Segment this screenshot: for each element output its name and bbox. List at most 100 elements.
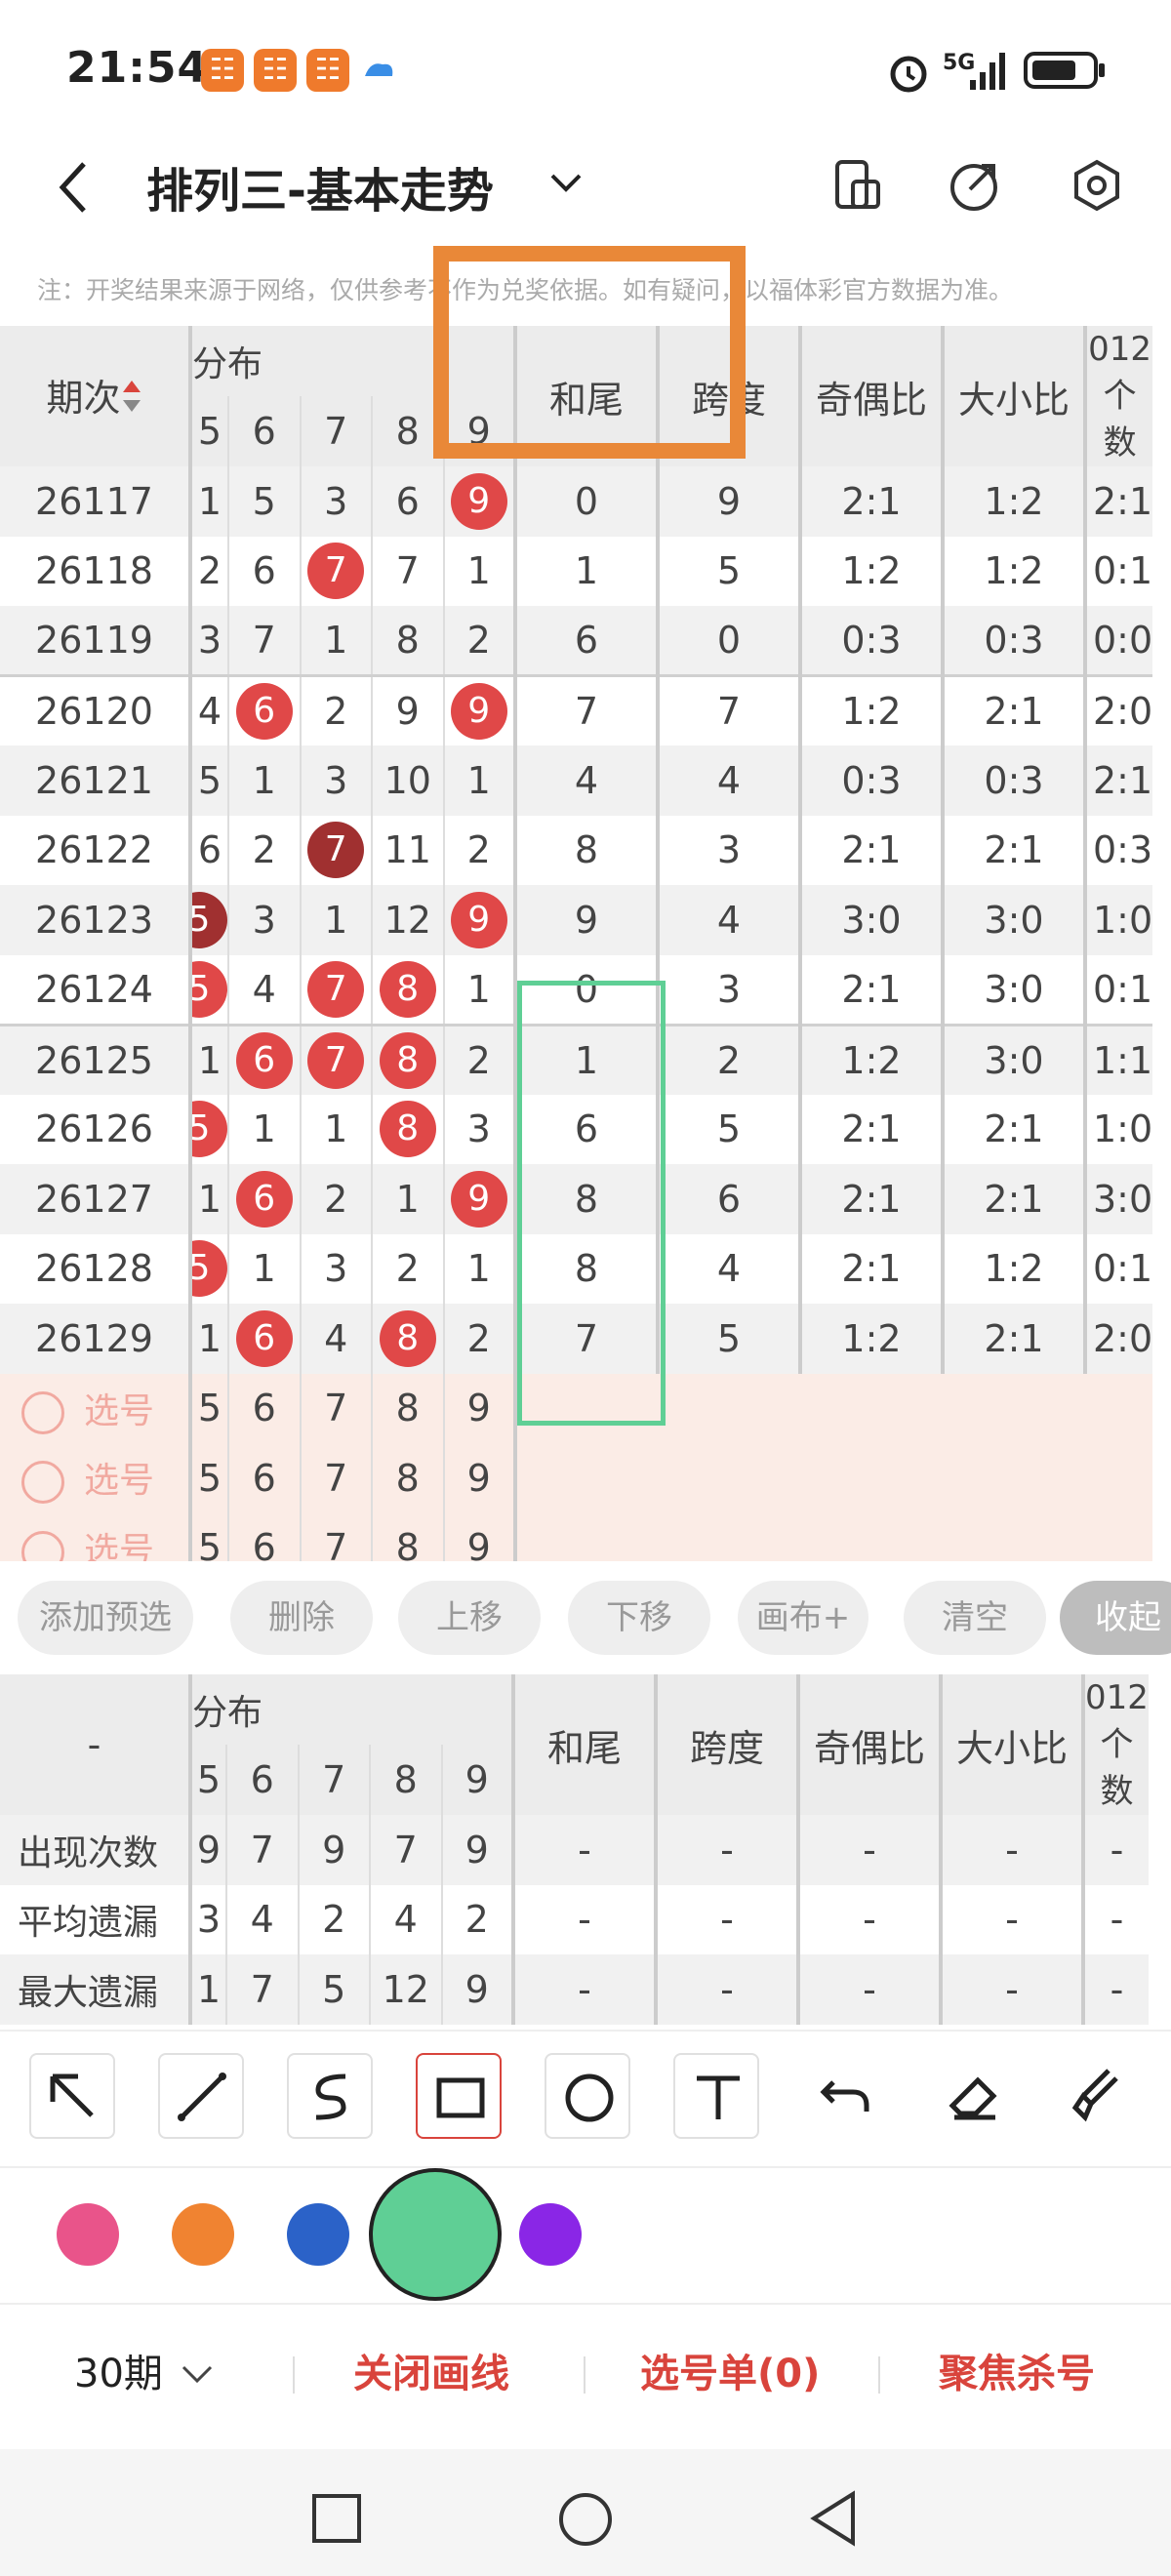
header-sum-tail[interactable]: 和尾 <box>511 1674 656 1815</box>
device-icon[interactable] <box>829 156 888 215</box>
digit-cell: 7 <box>299 954 372 1025</box>
settings-icon[interactable] <box>1068 156 1126 215</box>
odd-even-cell: 2:1 <box>798 1164 943 1234</box>
table-row[interactable]: 26121 5 1 3 10 1 4 4 0:3 0:3 2:1 <box>0 745 1153 816</box>
header-span[interactable]: 跨度 <box>654 1674 798 1815</box>
share-icon[interactable] <box>945 156 1003 215</box>
pick-digit[interactable]: 7 <box>299 1443 372 1513</box>
home-icon[interactable] <box>556 2490 615 2549</box>
pick-digit[interactable]: 9 <box>442 1443 515 1513</box>
tool-undo[interactable] <box>802 2053 888 2139</box>
header-big-small[interactable]: 大小比 <box>939 1674 1083 1815</box>
color-swatch-2[interactable] <box>287 2203 349 2266</box>
table-row[interactable]: 26117 1 5 3 6 9 0 9 2:1 1:2 2:1 <box>0 466 1153 537</box>
header-012[interactable]: 012个数 <box>1082 326 1153 466</box>
recents-icon[interactable] <box>310 2492 363 2545</box>
header-digit-7: 7 <box>297 1745 370 1815</box>
span-cell: 4 <box>656 885 800 955</box>
digit-cell: 1 <box>371 1164 444 1234</box>
action-button-0[interactable]: 添加预选 <box>18 1581 193 1655</box>
drawn-rectangle-green[interactable] <box>517 981 666 1426</box>
digit-cell: 7 <box>299 815 372 885</box>
table-row[interactable]: 26123531129943:03:01:0 <box>0 885 1153 955</box>
pick-label-cell[interactable]: 选号 <box>0 1443 190 1513</box>
table-row[interactable]: 26122 6 2 7 11 2 8 3 2:1 2:1 0:3 <box>0 815 1153 885</box>
text-icon <box>697 2075 740 2119</box>
action-button-2[interactable]: 上移 <box>398 1581 541 1655</box>
pick-digit[interactable]: 6 <box>227 1443 301 1513</box>
pick-label-cell[interactable]: 选号 <box>0 1373 190 1443</box>
pick-digit[interactable]: 7 <box>299 1373 372 1443</box>
sort-icon[interactable] <box>121 381 142 424</box>
close-draw-button[interactable]: 关闭画线 <box>353 2342 509 2398</box>
pick-digit[interactable]: 5 <box>188 1443 228 1513</box>
color-swatch-0[interactable] <box>57 2203 119 2266</box>
issue-number: 26126 <box>35 1107 153 1151</box>
issue-number: 26122 <box>35 828 153 872</box>
action-button-1[interactable]: 删除 <box>230 1581 373 1655</box>
stats-value: 7 <box>225 1815 299 1885</box>
digit-cell: 2 <box>442 1023 515 1095</box>
stats-value: 2 <box>440 1884 513 1954</box>
pick-digit[interactable]: 6 <box>227 1373 301 1443</box>
tool-circle[interactable] <box>545 2053 630 2139</box>
header-issue[interactable]: 期次 <box>0 326 190 466</box>
color-swatch-1[interactable] <box>172 2203 234 2266</box>
app-icon-3: ☷ <box>306 49 349 92</box>
header-odd-even[interactable]: 奇偶比 <box>796 1674 941 1815</box>
action-button-5[interactable]: 清空 <box>904 1581 1046 1655</box>
pick-radio[interactable] <box>21 1461 64 1505</box>
pick-digit[interactable]: 8 <box>371 1373 444 1443</box>
digit-cell: 8 <box>371 1304 444 1374</box>
pick-list-button[interactable]: 选号单(0) <box>640 2342 820 2398</box>
tool-brush[interactable] <box>1056 2053 1142 2139</box>
issue-number: 26128 <box>35 1247 153 1291</box>
tool-eraser[interactable] <box>931 2053 1017 2139</box>
big-small-cell: 0:3 <box>941 745 1085 816</box>
stats-dash: - <box>939 1884 1083 1954</box>
color-swatch-4[interactable] <box>519 2203 582 2266</box>
table-row[interactable]: 26119 3 7 1 8 2 6 0 0:3 0:3 0:0 <box>0 606 1153 676</box>
tool-line[interactable] <box>158 2053 244 2139</box>
header-digit-5: 5 <box>188 1745 226 1815</box>
ratio-012-cell: 2:1 <box>1082 466 1153 537</box>
tool-text[interactable] <box>673 2053 759 2139</box>
stats-dash: - <box>1081 1815 1149 1885</box>
pick-row[interactable]: 选号 5 6 7 8 9 <box>0 1443 1153 1513</box>
digit-cell: 1 <box>227 745 301 816</box>
back-nav-icon[interactable] <box>806 2488 861 2549</box>
tool-arrow[interactable] <box>29 2053 115 2139</box>
back-icon[interactable] <box>55 158 94 217</box>
digit-cell: 2 <box>442 815 515 885</box>
pick-radio[interactable] <box>21 1390 64 1434</box>
color-swatch-3[interactable] <box>369 2168 502 2301</box>
header-012[interactable]: 012个数 <box>1081 1674 1149 1815</box>
pick-digit[interactable]: 9 <box>442 1373 515 1443</box>
period-select[interactable]: 30期 <box>74 2342 163 2398</box>
pick-digit[interactable]: 8 <box>371 1443 444 1513</box>
digit-cell: 7 <box>371 536 444 606</box>
ratio-012-cell: 2:0 <box>1082 1304 1153 1374</box>
pick-digit[interactable]: 5 <box>188 1373 228 1443</box>
drawn-rectangle-orange[interactable] <box>433 246 746 459</box>
focus-kill-button[interactable]: 聚焦杀号 <box>939 2342 1095 2398</box>
chevron-down-icon[interactable] <box>178 2359 217 2389</box>
action-button-6[interactable]: 收起 <box>1060 1581 1171 1655</box>
stats-label: 最大遗漏 <box>0 1954 190 2025</box>
table-row[interactable]: 26118 2 6 7 7 1 1 5 1:2 1:2 0:1 <box>0 536 1153 606</box>
odd-even-cell: 1:2 <box>798 674 943 745</box>
tool-rectangle[interactable] <box>416 2053 502 2139</box>
table-row[interactable]: 26120 4 6 2 9 9 7 7 1:2 2:1 2:0 <box>0 674 1153 745</box>
action-button-4[interactable]: 画布+ <box>738 1581 868 1655</box>
odd-even-cell: 2:1 <box>798 466 943 537</box>
header-digit-6: 6 <box>227 396 301 466</box>
chevron-down-icon[interactable] <box>546 168 586 197</box>
header-big-small[interactable]: 大小比 <box>941 326 1085 466</box>
stats-dash: - <box>511 1815 656 1885</box>
action-button-3[interactable]: 下移 <box>568 1581 710 1655</box>
big-small-cell: 1:2 <box>941 536 1085 606</box>
hit-ball: 7 <box>307 960 365 1018</box>
header-odd-even[interactable]: 奇偶比 <box>798 326 943 466</box>
tool-curve[interactable] <box>287 2053 373 2139</box>
page-title[interactable]: 排列三-基本走势 <box>146 152 494 221</box>
